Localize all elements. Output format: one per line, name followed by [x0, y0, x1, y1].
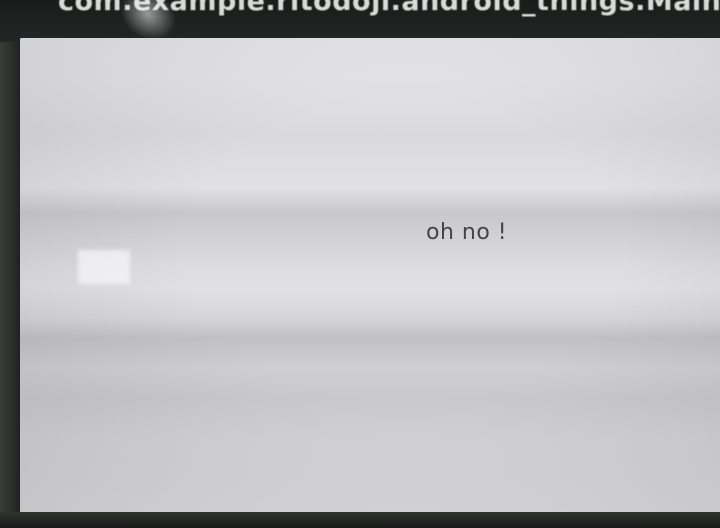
screen-reflection: [78, 250, 130, 284]
device-photo: com.example.ritodoji.android_things.Main…: [0, 0, 720, 528]
app-content: [20, 38, 720, 512]
screen-bezel-left: [0, 0, 22, 528]
message-text: oh no !: [426, 220, 508, 245]
screen-bezel-bottom: [0, 512, 720, 528]
screen-glare: [109, 0, 187, 42]
title-bar: com.example.ritodoji.android_things.Main…: [0, 0, 720, 42]
